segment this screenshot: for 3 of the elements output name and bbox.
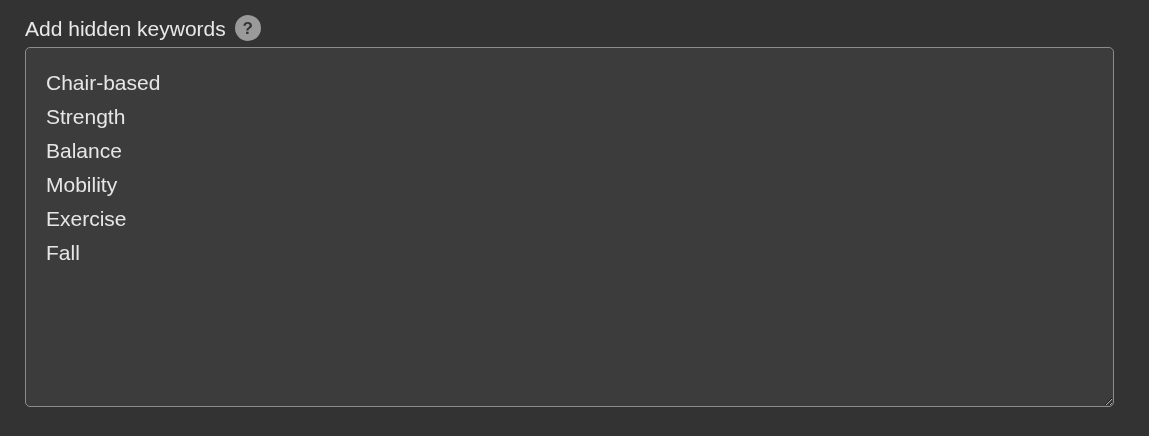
field-label: Add hidden keywords bbox=[25, 17, 226, 39]
keywords-field[interactable]: Chair-based Strength Balance Mobility Exercise Fall bbox=[25, 47, 1114, 407]
help-icon[interactable]: ? bbox=[234, 15, 261, 41]
